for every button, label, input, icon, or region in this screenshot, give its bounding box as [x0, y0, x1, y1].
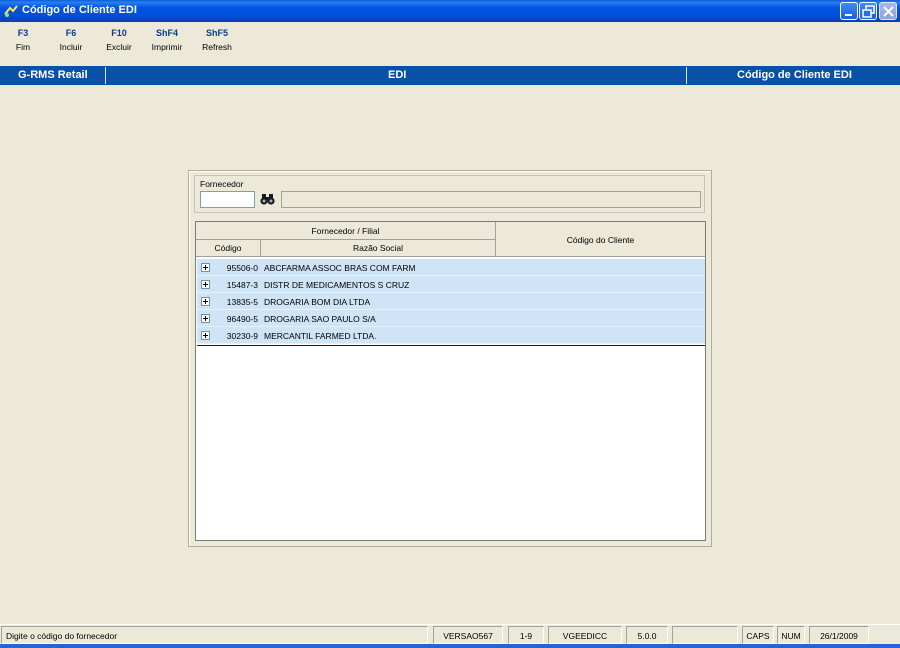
status-page: 1-9	[508, 626, 544, 644]
table-row[interactable]: 95506-0 ABCFARMA ASSOC BRAS COM FARM	[197, 259, 705, 276]
status-num: NUM	[777, 626, 805, 644]
row-code: 30230-9	[226, 331, 258, 341]
rows-end-divider	[197, 345, 705, 346]
binoculars-icon	[260, 194, 275, 205]
app-icon	[4, 5, 18, 17]
supplier-client-grid[interactable]: Fornecedor / Filial Código Razão Social …	[195, 221, 706, 541]
fkey-incluir[interactable]: F6 Incluir	[51, 28, 91, 52]
header-module: EDI	[388, 69, 407, 81]
table-row[interactable]: 15487-3 DISTR DE MEDICAMENTOS S CRUZ	[197, 276, 705, 293]
bottom-edge	[0, 644, 900, 648]
supplier-filter: Fornecedor	[194, 175, 705, 213]
status-blank	[672, 626, 738, 644]
row-name: MERCANTIL FARMED LTDA.	[264, 331, 377, 341]
status-bar: Digite o código do fornecedor VERSAO567 …	[0, 624, 900, 644]
search-button[interactable]	[258, 191, 278, 208]
row-code: 95506-0	[226, 263, 258, 273]
minimize-icon	[845, 14, 852, 16]
restore-icon	[862, 5, 875, 18]
table-row[interactable]: 13835-5 DROGARIA BOM DIA LTDA	[197, 293, 705, 310]
row-code: 15487-3	[226, 280, 258, 290]
status-version: VERSAO567	[433, 626, 503, 644]
fkey-fim[interactable]: F3 Fim	[3, 28, 43, 52]
fkey-key: F3	[17, 28, 29, 38]
fkey-imprimir[interactable]: ShF4 Imprimir	[147, 28, 187, 52]
status-caps: CAPS	[742, 626, 774, 644]
fkey-label: Fim	[15, 42, 31, 52]
fkey-refresh[interactable]: ShF5 Refresh	[197, 28, 237, 52]
fkey-label: Excluir	[106, 42, 132, 52]
supplier-name-display	[281, 191, 701, 208]
window-title: Código de Cliente EDI	[22, 4, 137, 16]
header-divider	[105, 67, 106, 84]
header-screen-name: Código de Cliente EDI	[737, 69, 852, 81]
fkey-key: ShF4	[155, 28, 178, 38]
status-release: 5.0.0	[626, 626, 668, 644]
row-name: DROGARIA BOM DIA LTDA	[264, 297, 371, 307]
row-name: DROGARIA SAO PAULO S/A	[264, 314, 376, 324]
supplier-label: Fornecedor	[200, 179, 244, 189]
fkey-key: F10	[111, 28, 127, 38]
module-header-bar: G-RMS Retail EDI Código de Cliente EDI	[0, 66, 900, 85]
fkey-key: ShF5	[205, 28, 228, 38]
minimize-button[interactable]	[840, 2, 858, 20]
status-message: Digite o código do fornecedor	[1, 626, 428, 644]
fkey-label: Imprimir	[151, 42, 183, 52]
fkey-key: F6	[65, 28, 77, 38]
function-key-toolbar: F3 Fim F6 Incluir F10 Excluir ShF4 Impri…	[0, 28, 900, 62]
supplier-code-input[interactable]	[200, 191, 255, 208]
status-program: VGEEDICC	[548, 626, 622, 644]
window-title-bar[interactable]: Código de Cliente EDI	[0, 0, 900, 22]
table-row[interactable]: 96490-5 DROGARIA SAO PAULO S/A	[197, 310, 705, 327]
row-name: ABCFARMA ASSOC BRAS COM FARM	[264, 263, 416, 273]
restore-button[interactable]	[859, 2, 877, 20]
row-code: 96490-5	[226, 314, 258, 324]
close-icon	[883, 6, 894, 17]
header-app-name: G-RMS Retail	[18, 69, 88, 81]
row-name: DISTR DE MEDICAMENTOS S CRUZ	[264, 280, 410, 290]
fkey-label: Incluir	[59, 42, 83, 52]
column-header-client-code[interactable]: Código do Cliente	[496, 222, 705, 257]
grid-group-header: Fornecedor / Filial	[196, 222, 496, 240]
fkey-label: Refresh	[202, 42, 232, 52]
column-header-name[interactable]: Razão Social	[261, 240, 496, 257]
status-date: 26/1/2009	[809, 626, 869, 644]
close-button[interactable]	[879, 2, 897, 20]
header-divider	[686, 67, 687, 84]
row-code: 13835-5	[226, 297, 258, 307]
table-row[interactable]: 30230-9 MERCANTIL FARMED LTDA.	[197, 327, 705, 344]
column-header-code[interactable]: Código	[196, 240, 261, 257]
fkey-excluir[interactable]: F10 Excluir	[99, 28, 139, 52]
